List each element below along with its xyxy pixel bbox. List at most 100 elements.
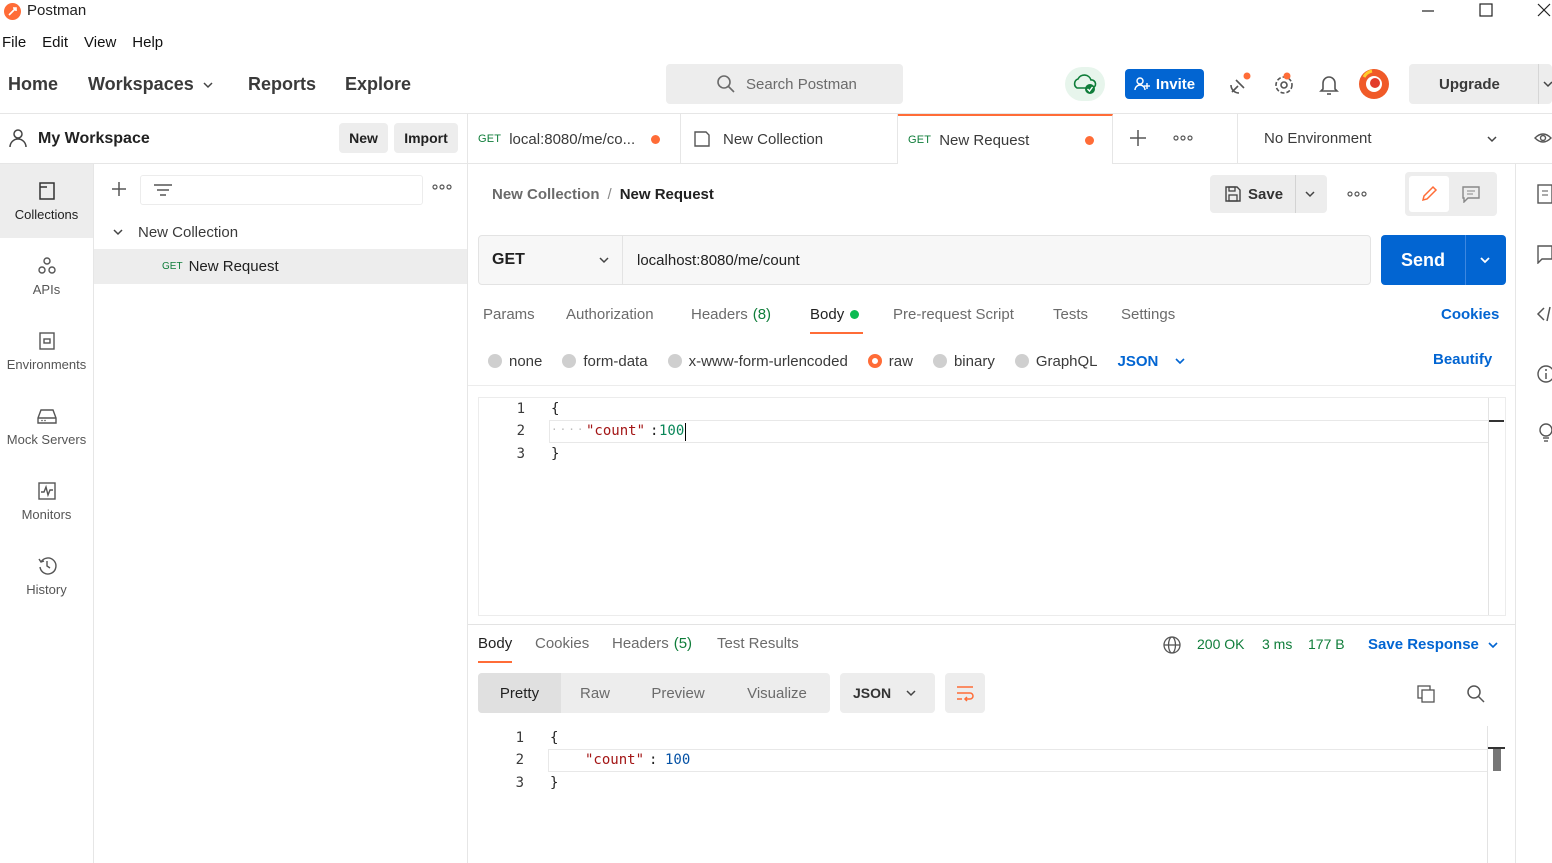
wrap-lines-button[interactable] <box>945 673 985 713</box>
response-body-viewer[interactable]: 1 2 3 { "count" : 100 } <box>478 726 1506 863</box>
documentation-icon[interactable] <box>1536 184 1552 204</box>
nav-reports[interactable]: Reports <box>248 74 316 95</box>
environment-select[interactable]: No Environment <box>1237 114 1511 163</box>
maximize-icon[interactable] <box>1479 3 1493 17</box>
tab-headers[interactable]: Headers (8) <box>691 306 771 323</box>
edit-icon[interactable] <box>1409 176 1449 212</box>
close-icon[interactable] <box>1536 2 1552 18</box>
save-button[interactable]: Save <box>1210 175 1327 213</box>
save-label: Save <box>1248 185 1284 203</box>
more-icon[interactable] <box>1347 190 1367 198</box>
more-icon[interactable] <box>1173 134 1193 142</box>
tab-params[interactable]: Params <box>483 306 535 323</box>
bell-icon[interactable] <box>1318 73 1340 95</box>
response-size[interactable]: 177 B <box>1308 636 1345 652</box>
rail-monitors[interactable]: Monitors <box>0 464 93 538</box>
new-button[interactable]: New <box>339 123 388 153</box>
search-bar[interactable]: Search Postman <box>666 64 903 104</box>
body-type-form-data[interactable]: form-data <box>562 353 648 370</box>
response-time[interactable]: 3 ms <box>1262 636 1292 652</box>
globe-icon[interactable] <box>1162 635 1182 655</box>
menu-view[interactable]: View <box>82 34 116 51</box>
comment-icon[interactable] <box>1449 176 1493 212</box>
search-icon[interactable] <box>1466 684 1486 704</box>
more-icon[interactable] <box>432 183 452 191</box>
response-format-select[interactable]: JSON <box>840 673 935 713</box>
copy-icon[interactable] <box>1416 684 1436 704</box>
tree-collection[interactable]: New Collection <box>94 216 467 248</box>
save-response-button[interactable]: Save Response <box>1368 636 1499 653</box>
body-format-select[interactable]: JSON <box>1118 353 1187 370</box>
nav-explore[interactable]: Explore <box>345 74 411 95</box>
body-type-none[interactable]: none <box>488 353 542 370</box>
menu-file[interactable]: File <box>0 34 26 51</box>
tab-body[interactable]: Body <box>810 306 864 334</box>
tab-new-collection[interactable]: New Collection <box>681 114 898 164</box>
rail-environments[interactable]: Environments <box>0 314 93 388</box>
cloud-sync-icon[interactable] <box>1065 67 1105 101</box>
scrollbar-track[interactable] <box>1488 398 1489 615</box>
request-body-editor[interactable]: 1 2 3 { ···· "count" : 100 } <box>478 397 1506 616</box>
code-key: "count" <box>585 752 645 768</box>
send-button[interactable]: Send <box>1381 235 1506 285</box>
avatar[interactable] <box>1358 68 1390 100</box>
menu-edit[interactable]: Edit <box>40 34 68 51</box>
rail-collections[interactable]: Collections <box>0 164 93 238</box>
chevron-down-icon[interactable] <box>1465 235 1491 285</box>
chevron-down-icon[interactable] <box>112 226 124 238</box>
resp-tab-headers[interactable]: Headers (5) <box>612 635 692 652</box>
body-type-raw[interactable]: raw <box>867 353 913 370</box>
scrollbar-thumb[interactable] <box>1493 749 1501 771</box>
breadcrumb-request[interactable]: New Request <box>620 186 714 203</box>
method-select[interactable]: GET <box>479 236 623 284</box>
eye-icon[interactable] <box>1534 130 1552 146</box>
minimize-icon[interactable] <box>1420 2 1436 18</box>
import-button[interactable]: Import <box>394 123 458 153</box>
tab-new-request[interactable]: GET New Request <box>898 114 1113 164</box>
comments-icon[interactable] <box>1536 244 1552 264</box>
filter-input[interactable] <box>140 175 423 205</box>
url-input[interactable]: localhost:8080/me/count <box>637 252 800 269</box>
body-type-urlencoded[interactable]: x-www-form-urlencoded <box>667 353 848 370</box>
resp-tab-cookies[interactable]: Cookies <box>535 635 589 652</box>
tab-local-request[interactable]: GET local:8080/me/co... <box>468 114 681 164</box>
breadcrumb-collection[interactable]: New Collection <box>492 186 600 203</box>
chevron-down-icon[interactable] <box>1537 64 1552 104</box>
settings-icon[interactable] <box>1272 72 1296 96</box>
rail-mock-servers[interactable]: Mock Servers <box>0 389 93 463</box>
view-pretty[interactable]: Pretty <box>478 673 561 713</box>
resp-tab-test-results[interactable]: Test Results <box>717 635 799 652</box>
resp-tab-body[interactable]: Body <box>478 635 513 663</box>
workspace-name[interactable]: My Workspace <box>38 130 150 148</box>
tab-settings[interactable]: Settings <box>1121 306 1175 323</box>
lightbulb-icon[interactable] <box>1536 422 1552 444</box>
invite-button[interactable]: Invite <box>1125 69 1204 99</box>
rail-history[interactable]: History <box>0 539 93 613</box>
chevron-down-icon[interactable] <box>1295 175 1316 213</box>
body-type-graphql[interactable]: GraphQL <box>1014 353 1098 370</box>
rail-apis[interactable]: APIs <box>0 239 93 313</box>
beautify-link[interactable]: Beautify <box>1433 351 1492 368</box>
view-visualize[interactable]: Visualize <box>727 685 827 702</box>
menu-help[interactable]: Help <box>130 34 163 51</box>
satellite-icon[interactable] <box>1228 72 1252 96</box>
status-code[interactable]: 200 OK <box>1197 636 1244 652</box>
add-tab-icon[interactable] <box>1129 129 1147 147</box>
rail-label: History <box>26 581 67 597</box>
view-raw[interactable]: Raw <box>561 685 629 702</box>
nav-workspaces[interactable]: Workspaces <box>88 74 214 95</box>
chevron-down-icon <box>202 79 214 91</box>
body-type-binary[interactable]: binary <box>932 353 995 370</box>
upgrade-button[interactable]: Upgrade <box>1409 64 1552 104</box>
tab-pre-request-script[interactable]: Pre-request Script <box>893 306 1014 323</box>
plus-icon[interactable] <box>110 180 128 198</box>
tree-request[interactable]: GET New Request <box>94 249 467 284</box>
breadcrumb: New Collection / New Request <box>492 186 714 203</box>
tab-authorization[interactable]: Authorization <box>566 306 654 323</box>
view-preview[interactable]: Preview <box>629 685 727 702</box>
tab-tests[interactable]: Tests <box>1053 306 1088 323</box>
code-icon[interactable] <box>1536 304 1552 324</box>
info-icon[interactable] <box>1536 364 1552 384</box>
cookies-link[interactable]: Cookies <box>1441 306 1499 323</box>
nav-home[interactable]: Home <box>8 74 58 95</box>
